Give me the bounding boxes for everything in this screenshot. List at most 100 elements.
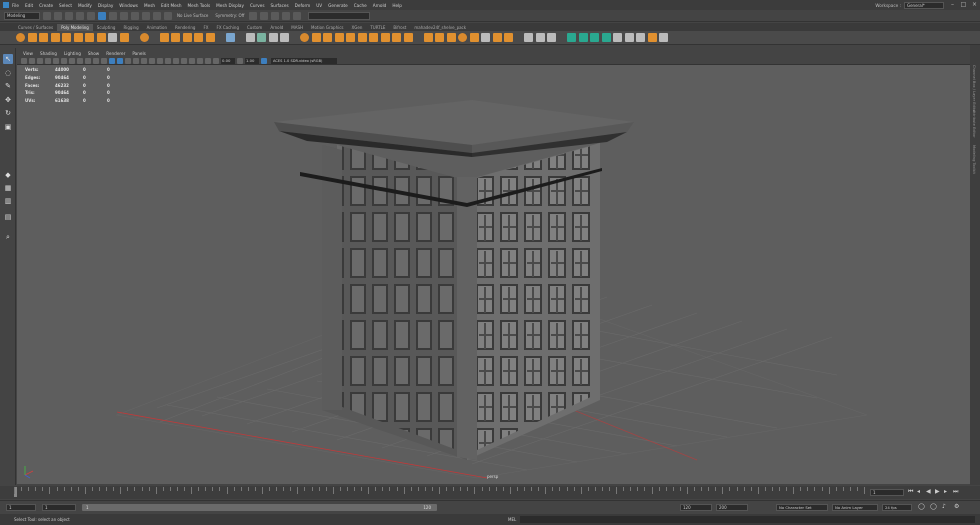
platonic-solid-icon[interactable] [96,33,106,42]
mirror-icon[interactable] [205,33,215,42]
menu-display[interactable]: Display [98,3,113,8]
minimize-icon[interactable]: – [949,1,956,8]
panel-menu-lighting[interactable]: Lighting [64,51,81,56]
character-set-dropdown[interactable]: No Character Set [776,504,828,511]
four-view-layout-icon[interactable]: ▦ [3,183,13,193]
poly-cube-icon[interactable] [27,33,37,42]
step-forward-icon[interactable]: ▸ [944,489,950,495]
select-hierarchy-icon[interactable] [98,11,106,20]
bevel-icon[interactable] [311,33,321,42]
shadows-icon[interactable] [149,57,155,64]
script-language-toggle[interactable]: MEL [508,517,516,522]
wireframe-icon[interactable] [109,57,115,64]
playback-range-bar[interactable]: 1 120 [82,504,437,511]
fill-hole-icon[interactable] [346,33,355,42]
ipr-render-icon[interactable] [271,11,280,20]
film-gate-icon[interactable] [69,57,75,64]
shelf-tab-rigging[interactable]: Rigging [119,24,142,31]
resolution-gate-icon[interactable] [77,57,83,64]
shelf-tab-xgen[interactable]: XGen [348,24,367,31]
view-transform-dropdown[interactable]: ACES 1.0 SDR-video (sRGB) [271,57,337,64]
wireframe-on-shaded-icon[interactable] [125,57,131,64]
svg-icon[interactable] [119,33,129,42]
poly-cylinder-icon[interactable] [39,33,48,42]
single-perspective-layout-icon[interactable]: ◆ [3,170,13,180]
shelf-tab-fx[interactable]: FX [199,24,212,31]
fps-dropdown[interactable]: 24 fps [882,504,912,511]
bridge-icon[interactable] [323,33,332,42]
select-component-icon[interactable] [120,11,128,20]
play-forward-icon[interactable]: ▶ [935,489,941,495]
menu-arnold[interactable]: Arnold [373,3,387,8]
shelf-tab-poly-modeling[interactable]: Poly Modeling [57,24,93,31]
maximize-icon[interactable]: □ [960,1,967,8]
shelf-tab-mash[interactable]: MASH [287,24,307,31]
connect-icon[interactable] [446,33,456,42]
menu-set-dropdown[interactable]: Modeling [4,11,40,20]
exposure-icon[interactable] [213,57,219,64]
insert-edge-loop-icon[interactable] [481,33,490,42]
poly-cone-icon[interactable] [50,33,60,42]
new-scene-icon[interactable] [43,11,51,20]
symmetry-icon[interactable] [257,33,266,42]
smooth-shade-icon[interactable] [117,57,123,64]
safe-action-icon[interactable] [101,57,107,64]
save-scene-icon[interactable] [65,11,73,20]
poly-sphere-icon[interactable] [16,33,25,42]
move-tool-icon[interactable]: ✥ [3,95,13,105]
motion-blur-icon[interactable] [165,57,171,64]
scale-tool-icon[interactable]: ▣ [3,122,13,132]
shelf-tab-fx-caching[interactable]: FX Caching [213,24,243,31]
extrude-icon[interactable] [300,33,309,42]
perspective-viewport[interactable]: Verts: 44000 0 0 Edges: 90464 0 0 Faces: 46232 0… [17,65,970,484]
persp-outliner-layout-icon[interactable]: ▥ [3,196,13,206]
command-line-input[interactable] [520,516,975,523]
modeling-toolkit-tab[interactable]: Modeling Toolkit [972,145,976,174]
bookmarks-icon[interactable] [29,57,35,64]
separate-icon[interactable] [171,33,180,42]
spherical-map-icon[interactable] [590,33,599,42]
textured-icon[interactable] [133,57,139,64]
collapse-icon[interactable] [392,33,401,42]
search-icon[interactable]: ⌕ [3,232,13,242]
append-poly-icon[interactable] [334,33,344,42]
history-icon[interactable] [249,11,258,20]
select-tool-icon[interactable]: ↖ [3,54,13,64]
planar-map-icon[interactable] [567,33,576,42]
checker-map-icon[interactable] [613,33,622,42]
2d-pan-zoom-icon[interactable] [45,57,51,64]
menu-surfaces[interactable]: Surfaces [271,3,289,8]
center-pivot-icon[interactable] [280,33,289,42]
menu-cache[interactable]: Cache [354,3,367,8]
quad-draw-icon[interactable] [458,33,467,42]
poke-icon[interactable] [357,33,367,42]
color-management-icon[interactable] [261,57,267,64]
anim-layer-dropdown[interactable]: No Anim Layer [832,504,878,511]
menu-mesh[interactable]: Mesh [144,3,155,8]
sew-uv-icon[interactable] [547,33,556,42]
shelf-tab-arnold[interactable]: Arnold [266,24,287,31]
gamma-icon[interactable] [237,57,243,64]
camera-attributes-icon[interactable] [21,57,27,64]
target-weld-icon[interactable] [435,33,444,42]
workspace-dropdown[interactable]: General* [904,1,944,9]
open-scene-icon[interactable] [54,11,62,20]
menu-windows[interactable]: Windows [119,3,138,8]
freeze-transform-icon[interactable] [268,33,278,42]
multi-cut-icon[interactable] [423,33,433,42]
menu-help[interactable]: Help [392,3,402,8]
menu-mesh-tools[interactable]: Mesh Tools [188,3,211,8]
menu-edit-mesh[interactable]: Edit Mesh [161,3,181,8]
channel-box-tab[interactable]: Channel Box / Layer Editor [972,65,976,113]
sculpt-ball-icon[interactable] [139,33,149,42]
lasso-tool-icon[interactable]: ◌ [3,68,13,78]
menu-curves[interactable]: Curves [250,3,265,8]
close-icon[interactable]: × [971,1,978,8]
merge-center-icon[interactable] [403,33,413,42]
redo-icon[interactable] [87,11,95,20]
menu-uv[interactable]: UV [316,3,322,8]
attribute-editor-tab[interactable]: Attribute Editor [972,110,976,138]
outliner-layout-icon[interactable]: ▤ [3,212,13,222]
time-slider[interactable]: 1 ⏮ ◂ ◀ ▶ ▸ ⏭ [0,486,980,499]
exposure-field[interactable]: 0.00 [221,57,235,64]
